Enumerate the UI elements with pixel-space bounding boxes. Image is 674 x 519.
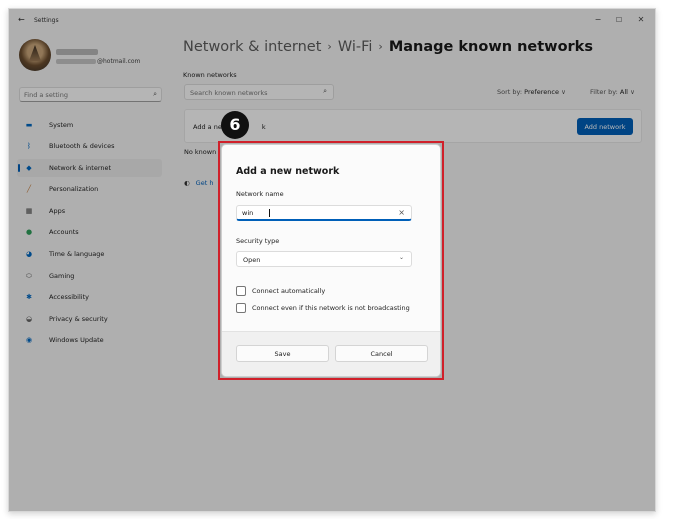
- network-name-input[interactable]: [242, 208, 382, 218]
- connect-automatically-label: Connect automatically: [252, 287, 326, 295]
- save-button[interactable]: Save: [236, 345, 329, 362]
- connect-hidden-checkbox[interactable]: [236, 303, 246, 313]
- chevron-down-icon: ⌄: [398, 254, 404, 261]
- dialog-title: Add a new network: [236, 166, 340, 177]
- security-type-value: Open: [243, 256, 261, 264]
- dialog-footer: Save Cancel: [222, 331, 440, 376]
- connect-automatically-checkbox[interactable]: [236, 286, 246, 296]
- text-caret: [269, 209, 270, 217]
- network-name-field[interactable]: ×: [236, 205, 412, 221]
- security-type-label: Security type: [236, 237, 280, 245]
- security-type-select[interactable]: Open ⌄: [236, 251, 412, 267]
- add-network-dialog: Add a new network Network name × Securit…: [221, 144, 441, 377]
- connect-hidden-label: Connect even if this network is not broa…: [252, 304, 410, 312]
- cancel-button[interactable]: Cancel: [335, 345, 428, 362]
- step-number-badge: 6: [221, 111, 249, 139]
- clear-icon[interactable]: ×: [398, 208, 405, 218]
- network-name-label: Network name: [236, 190, 284, 198]
